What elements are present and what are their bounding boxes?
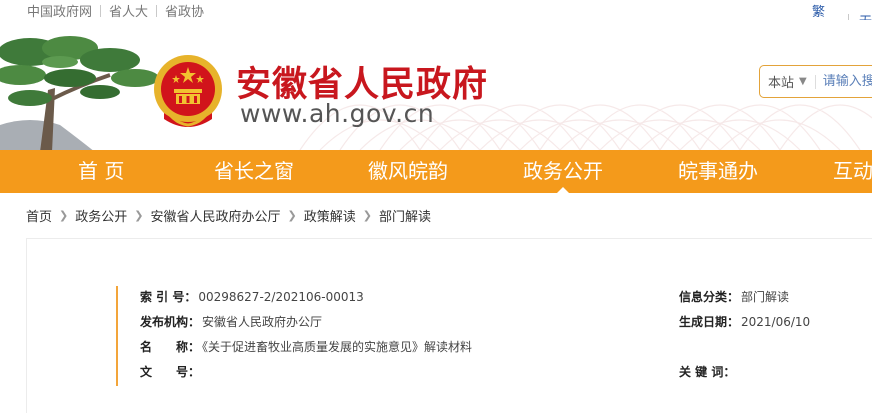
breadcrumb-home[interactable]: 首页 xyxy=(26,206,52,225)
divider xyxy=(156,4,158,17)
top-links: 中国政府网 省人大 省政协 xyxy=(27,1,204,20)
document-name-label: 名 称： xyxy=(140,340,201,354)
document-name-row: 名 称： 《关于促进畜牧业高质量发展的实施意见》解读材料 xyxy=(140,339,472,355)
search-input[interactable] xyxy=(822,74,872,89)
divider xyxy=(100,4,102,17)
chevron-right-icon: ❯ xyxy=(287,209,297,222)
document-number-row: 文 号： xyxy=(140,364,202,380)
nav-governor-window[interactable]: 省长之窗 xyxy=(214,150,294,193)
nav-government-affairs[interactable]: 政务公开 xyxy=(523,150,603,193)
chevron-right-icon: ❯ xyxy=(59,209,69,222)
main-nav: 首 页 省长之窗 徽风皖韵 政务公开 皖事通办 互动 xyxy=(0,150,872,193)
chevron-down-icon: ▼ xyxy=(799,76,807,87)
breadcrumb-general-office[interactable]: 安徽省人民政府办公厅 xyxy=(150,206,280,225)
top-utility-bar: 中国政府网 省人大 省政协 繁體 无 xyxy=(0,0,872,39)
pine-tree-illustration xyxy=(0,36,159,150)
keywords-row: 关 键 词： xyxy=(679,364,737,380)
keywords-label: 关 键 词： xyxy=(679,365,736,379)
document-name-value: 《关于促进畜牧业高质量发展的实施意见》解读材料 xyxy=(202,340,473,354)
chevron-right-icon: ❯ xyxy=(134,209,144,222)
link-cppcc[interactable]: 省政协 xyxy=(165,1,204,20)
breadcrumb-department-interpretation[interactable]: 部门解读 xyxy=(379,206,431,225)
search-scope-select[interactable]: 本站 ▼ xyxy=(760,72,807,91)
index-number-row: 索 引 号： 00298627-2/202106-00013 xyxy=(140,289,364,305)
nav-interaction[interactable]: 互动 xyxy=(833,150,872,193)
site-url: www.ah.gov.cn xyxy=(240,99,435,128)
nav-online-services[interactable]: 皖事通办 xyxy=(678,150,758,193)
date-row: 生成日期： 2021/06/10 xyxy=(679,314,810,330)
nav-anhui-culture[interactable]: 徽风皖韵 xyxy=(368,150,448,193)
breadcrumb-policy-interpretation[interactable]: 政策解读 xyxy=(304,206,356,225)
national-emblem-icon xyxy=(154,55,222,127)
date-value: 2021/06/10 xyxy=(741,315,811,329)
link-gov-cn[interactable]: 中国政府网 xyxy=(27,1,92,20)
category-value: 部门解读 xyxy=(741,290,790,304)
search-box: 本站 ▼ xyxy=(759,65,872,98)
category-label: 信息分类： xyxy=(679,290,740,304)
nav-home[interactable]: 首 页 xyxy=(78,150,124,193)
index-number-value: 00298627-2/202106-00013 xyxy=(198,290,364,304)
index-number-label: 索 引 号： xyxy=(140,290,197,304)
date-label: 生成日期： xyxy=(679,315,740,329)
chevron-right-icon: ❯ xyxy=(362,209,372,222)
breadcrumb-government-affairs[interactable]: 政务公开 xyxy=(75,206,127,225)
issuing-org-value: 安徽省人民政府办公厅 xyxy=(202,315,323,329)
category-row: 信息分类： 部门解读 xyxy=(679,289,789,305)
search-scope-label: 本站 xyxy=(768,76,795,91)
search-divider xyxy=(814,74,816,89)
link-npc[interactable]: 省人大 xyxy=(109,1,148,20)
issuing-org-row: 发布机构： 安徽省人民政府办公厅 xyxy=(140,314,322,330)
issuing-org-label: 发布机构： xyxy=(140,315,201,329)
document-number-label: 文 号： xyxy=(140,365,201,379)
site-header: 安徽省人民政府 www.ah.gov.cn 本站 ▼ xyxy=(0,20,872,150)
breadcrumb: 首页 ❯ 政务公开 ❯ 安徽省人民政府办公厅 ❯ 政策解读 ❯ 部门解读 xyxy=(26,206,431,225)
document-metadata: 索 引 号： 00298627-2/202106-00013 发布机构： 安徽省人民… xyxy=(116,286,872,386)
